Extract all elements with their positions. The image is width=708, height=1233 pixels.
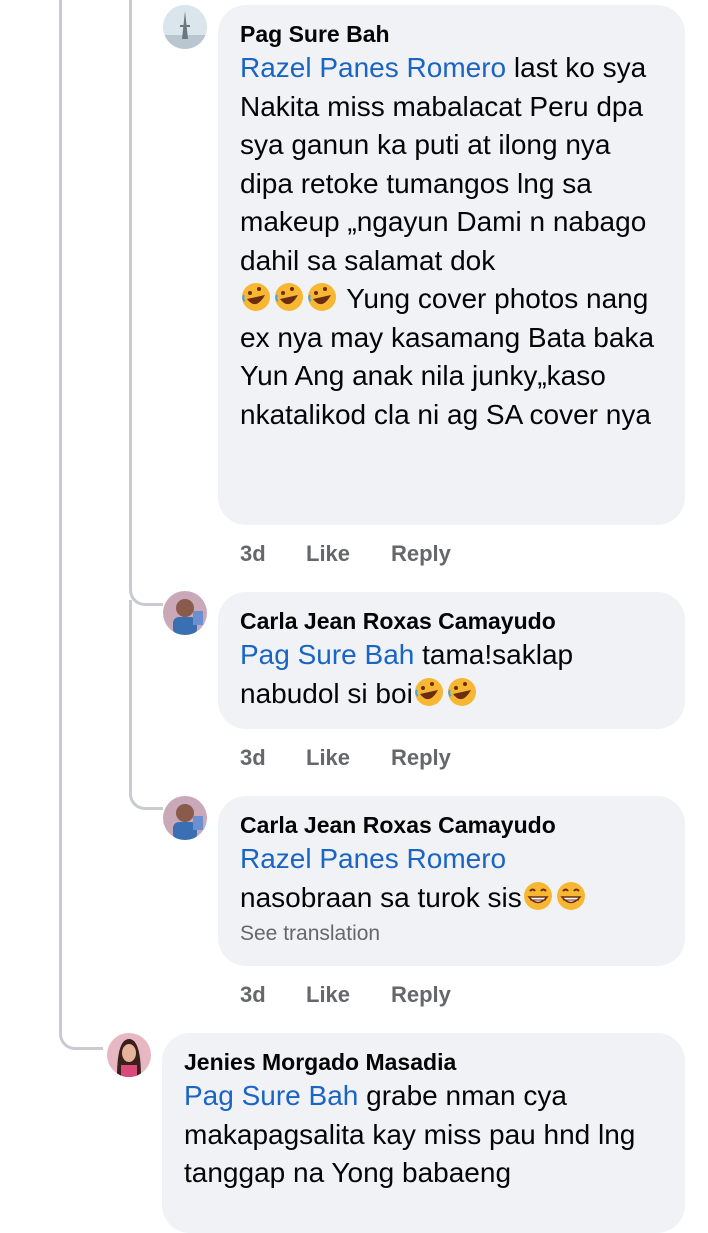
see-translation-link[interactable]: See translation: [240, 919, 663, 949]
avatar[interactable]: [163, 5, 207, 49]
comment-text: Razel Panes Romero last ko sya Nakita mi…: [240, 52, 655, 430]
comment-time[interactable]: 3d: [240, 541, 306, 567]
mention-link[interactable]: Razel Panes Romero: [240, 52, 506, 83]
comment-author[interactable]: Carla Jean Roxas Camayudo: [240, 606, 663, 636]
rofl-emoji: [446, 676, 478, 708]
comment-time[interactable]: 3d: [240, 982, 306, 1008]
thread-line-outer: [59, 0, 62, 1034]
rofl-emoji: [273, 281, 305, 313]
avatar[interactable]: [163, 591, 207, 635]
thread-connector: [59, 1010, 103, 1050]
grin-emoji: [522, 880, 554, 912]
comment-author[interactable]: Jenies Morgado Masadia: [184, 1047, 663, 1077]
mention-link[interactable]: Razel Panes Romero: [240, 840, 663, 879]
grin-emoji: [555, 880, 587, 912]
comment-author[interactable]: Carla Jean Roxas Camayudo: [240, 810, 663, 840]
thread-line-inner: [129, 600, 132, 796]
rofl-emoji: [306, 281, 338, 313]
mention-link[interactable]: Pag Sure Bah: [184, 1080, 358, 1111]
comment-bubble: Carla Jean Roxas Camayudo Razel Panes Ro…: [218, 796, 685, 966]
like-button[interactable]: Like: [306, 745, 391, 771]
comment-time[interactable]: 3d: [240, 745, 306, 771]
thread-connector: [129, 580, 163, 606]
reply-button[interactable]: Reply: [391, 745, 451, 771]
rofl-emoji: [413, 676, 445, 708]
reply-button[interactable]: Reply: [391, 982, 451, 1008]
comment-bubble: Jenies Morgado Masadia Pag Sure Bah grab…: [162, 1033, 685, 1233]
rofl-emoji: [240, 281, 272, 313]
thread-connector: [129, 786, 163, 810]
comment-text: Pag Sure Bah grabe nman cya makapagsalit…: [184, 1080, 636, 1188]
comment-author[interactable]: Pag Sure Bah: [240, 19, 663, 49]
comment-actions: 3d Like Reply: [240, 745, 451, 771]
thread-line-inner: [129, 0, 132, 590]
comment-bubble: Pag Sure Bah Razel Panes Romero last ko …: [218, 5, 685, 525]
reply-button[interactable]: Reply: [391, 541, 451, 567]
avatar[interactable]: [163, 796, 207, 840]
mention-link[interactable]: Pag Sure Bah: [240, 639, 414, 670]
like-button[interactable]: Like: [306, 982, 391, 1008]
comment-actions: 3d Like Reply: [240, 541, 451, 567]
comment-actions: 3d Like Reply: [240, 982, 451, 1008]
like-button[interactable]: Like: [306, 541, 391, 567]
comment-bubble: Carla Jean Roxas Camayudo Pag Sure Bah t…: [218, 592, 685, 729]
comment-text: Pag Sure Bah tama!saklap nabudol si boi: [240, 639, 574, 709]
avatar[interactable]: [107, 1033, 151, 1077]
comment-text: Razel Panes Romero nasobraan sa turok sis: [240, 840, 663, 917]
